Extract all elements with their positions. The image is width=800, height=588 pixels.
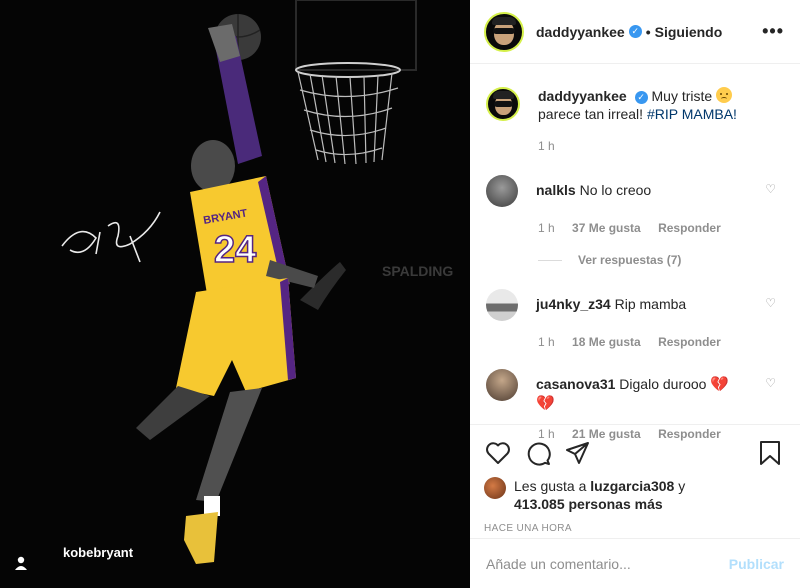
view-replies-button[interactable]: Ver respuestas (7)	[538, 253, 784, 267]
comment-text: Digalo durooo	[619, 376, 707, 392]
sad-face-emoji-icon	[716, 87, 733, 103]
broken-heart-emoji-icon: 💔	[710, 376, 730, 393]
post-photo[interactable]: SPALDING 24 BRYANT kobebryant	[0, 0, 470, 588]
reply-button[interactable]: Responder	[658, 335, 721, 349]
liker-avatar[interactable]	[484, 477, 506, 499]
comment-like-heart-icon[interactable]: ♡	[765, 182, 776, 196]
action-icons	[484, 433, 784, 473]
comment-username[interactable]: nalkls	[536, 182, 576, 198]
jersey-number: 24	[214, 229, 256, 271]
caption-meta: 1 h	[538, 139, 784, 153]
comment-like-heart-icon[interactable]: ♡	[765, 296, 776, 310]
post-header: daddyyankee ✓ • Siguiendo •••	[470, 0, 800, 64]
comment-icon[interactable]	[524, 439, 552, 467]
comment-item: casanova31 Digalo durooo 💔 💔 ♡	[486, 369, 784, 413]
view-replies-label[interactable]: Ver respuestas (7)	[578, 253, 681, 267]
spalding-text: SPALDING	[382, 263, 453, 279]
comment-like-heart-icon[interactable]: ♡	[765, 376, 776, 390]
comment-item: nalkls No lo creoo ♡	[486, 175, 784, 207]
caption-text-line2: parece tan irreal!	[538, 106, 644, 122]
post-sidebar: daddyyankee ✓ • Siguiendo ••• daddyyanke…	[470, 0, 800, 588]
tagged-user-label[interactable]: kobebryant	[63, 545, 133, 560]
comment-likes[interactable]: 37 Me gusta	[572, 221, 641, 235]
likes-count[interactable]: 413.085 personas más	[514, 496, 663, 512]
following-button[interactable]: Siguiendo	[655, 24, 723, 40]
likes-suffix: y	[678, 478, 686, 494]
hashtag-link[interactable]: #RIP MAMBA!	[647, 106, 737, 122]
broken-heart-emoji-icon: 💔	[536, 395, 555, 412]
publish-button[interactable]: Publicar	[729, 556, 784, 572]
user-tag-icon[interactable]	[12, 554, 30, 572]
share-icon[interactable]	[564, 439, 592, 467]
kobe-dunk-image: SPALDING 24 BRYANT	[0, 0, 470, 588]
commenter-avatar[interactable]	[486, 175, 518, 207]
caption-avatar[interactable]	[486, 87, 520, 121]
comment-meta: 1 h 18 Me gusta Responder	[538, 335, 784, 349]
replies-divider	[538, 259, 562, 261]
caption-username[interactable]: daddyyankee	[538, 88, 627, 104]
comment-input[interactable]: Añade un comentario...	[486, 556, 729, 572]
comment-item: ju4nky_z34 Rip mamba ♡	[486, 289, 784, 321]
comment-time[interactable]: 1 h	[538, 335, 555, 349]
comment-text: Rip mamba	[614, 296, 687, 312]
liker-username[interactable]: luzgarcia308	[590, 478, 674, 494]
comments-list[interactable]: daddyyankee ✓ Muy triste parece tan irre…	[470, 65, 800, 441]
caption-time[interactable]: 1 h	[538, 139, 555, 153]
header-separator: •	[645, 23, 651, 40]
more-icon[interactable]: •••	[762, 21, 784, 42]
post-actions: Les gusta a luzgarcia308 y 413.085 perso…	[470, 424, 800, 534]
comment-time[interactable]: 1 h	[538, 221, 555, 235]
author-avatar[interactable]	[484, 11, 524, 52]
bookmark-icon[interactable]	[756, 439, 784, 467]
author-username[interactable]: daddyyankee	[536, 24, 625, 40]
comment-likes[interactable]: 18 Me gusta	[572, 335, 641, 349]
reply-button[interactable]: Responder	[658, 221, 721, 235]
verified-icon: ✓	[628, 25, 642, 38]
comment-text: No lo creoo	[579, 182, 652, 198]
post-caption: daddyyankee ✓ Muy triste parece tan irre…	[486, 87, 784, 123]
likes-summary: Les gusta a luzgarcia308 y 413.085 perso…	[484, 477, 784, 513]
commenter-avatar[interactable]	[486, 289, 518, 321]
likes-prefix: Les gusta a	[514, 478, 587, 494]
commenter-avatar[interactable]	[486, 369, 518, 401]
comment-username[interactable]: ju4nky_z34	[536, 296, 611, 312]
comment-meta: 1 h 37 Me gusta Responder	[538, 221, 784, 235]
comment-username[interactable]: casanova31	[536, 376, 615, 392]
heart-icon[interactable]	[484, 439, 512, 467]
caption-text: Muy triste	[651, 88, 713, 104]
verified-icon: ✓	[634, 90, 648, 104]
add-comment-bar: Añade un comentario... Publicar	[470, 538, 800, 588]
post-timestamp[interactable]: HACE UNA HORA	[484, 523, 784, 534]
